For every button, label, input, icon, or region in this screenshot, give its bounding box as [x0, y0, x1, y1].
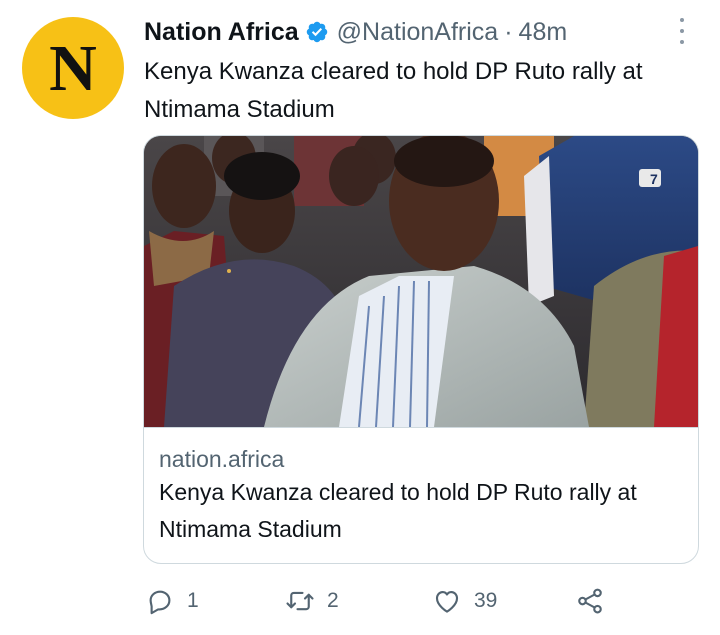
like-count: 39 [474, 589, 498, 612]
card-domain: nation.africa [159, 446, 285, 472]
retweet-icon [286, 591, 314, 611]
author-name[interactable]: Nation Africa [144, 18, 299, 47]
card-body[interactable]: nation.africa Kenya Kwanza cleared to ho… [144, 427, 698, 563]
like-icon [435, 590, 459, 613]
verified-icon [306, 21, 327, 43]
header-separator: · [504, 17, 513, 46]
card-image[interactable]: 7 [144, 136, 698, 427]
share-button[interactable] [575, 584, 605, 618]
card-title: Kenya Kwanza cleared to hold DP Ruto ral… [159, 479, 637, 542]
tweet-actions: 1 2 39 [145, 584, 625, 618]
tweet-header: Nation Africa @NationAfrica · 48m [144, 14, 567, 50]
more-icon[interactable] [672, 18, 692, 44]
retweet-button[interactable]: 2 [285, 584, 339, 618]
reply-button[interactable]: 1 [145, 584, 199, 618]
reply-count: 1 [187, 589, 199, 612]
reply-icon [149, 590, 171, 615]
share-icon [578, 588, 602, 614]
press-conference-photo: 7 [144, 136, 698, 427]
like-button[interactable]: 39 [432, 584, 497, 618]
author-avatar[interactable]: N [22, 17, 124, 119]
tweet-timestamp[interactable]: 48m [519, 18, 568, 47]
vest-badge-text: 7 [650, 171, 658, 187]
link-card[interactable]: 7 nation.africa Kenya Kwanza cleared to … [143, 135, 699, 564]
avatar-letter: N [49, 32, 97, 105]
author-handle[interactable]: @NationAfrica [337, 18, 499, 47]
tweet-text: Kenya Kwanza cleared to hold DP Ruto ral… [144, 58, 643, 123]
retweet-count: 2 [327, 589, 339, 612]
